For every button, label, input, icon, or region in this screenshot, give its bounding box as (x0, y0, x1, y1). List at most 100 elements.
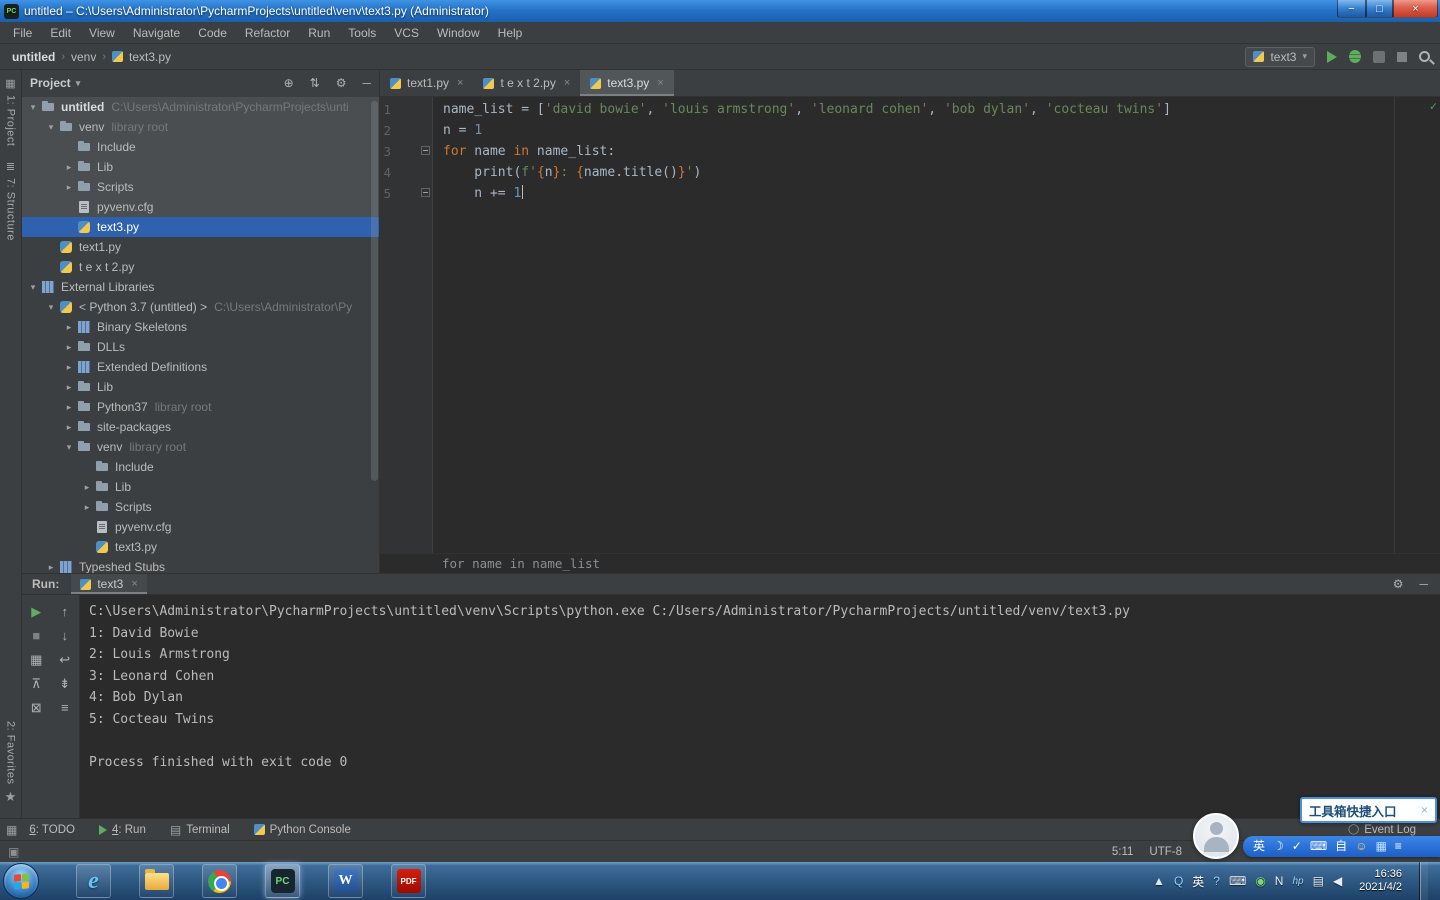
taskbar-app-pycharm[interactable]: PC (265, 864, 300, 898)
clear-all-button[interactable]: ⊠ (31, 701, 42, 715)
tray-keyboard-tray[interactable]: ⌨ (1229, 874, 1246, 888)
restore-layout-button[interactable]: ▦ (30, 653, 42, 667)
tree-item-dlls[interactable]: ▸ DLLs (22, 337, 379, 357)
tray-volume-tray[interactable]: ◀ (1333, 874, 1342, 888)
tool-window-switcher-icon[interactable]: ▦ (6, 823, 17, 837)
breadcrumb-text3-py[interactable]: text3.py (129, 50, 171, 64)
tree-item-site-packages[interactable]: ▸ site-packages (22, 417, 379, 437)
stop-button[interactable]: ■ (32, 629, 40, 643)
tray-hp-tray[interactable]: hp (1292, 876, 1303, 887)
collapse-all-icon[interactable]: ⇅ (310, 76, 320, 90)
project-panel-title[interactable]: Project ▾ (30, 76, 80, 90)
run-config-selector[interactable]: text3 ▾ (1245, 46, 1315, 67)
taskbar-clock[interactable]: 16:36 2021/4/2 (1359, 868, 1402, 894)
menu-item-navigate[interactable]: Navigate (124, 22, 189, 44)
close-icon[interactable]: × (657, 77, 663, 89)
tray-hidden-icons[interactable]: ▲ (1153, 874, 1165, 888)
tree-item-python37[interactable]: ▸ Python37 library root (22, 397, 379, 417)
toolwindow-toggle-icon[interactable]: ▣ (8, 845, 19, 859)
menu-item-tools[interactable]: Tools (339, 22, 385, 44)
tree-item-include[interactable]: Include (22, 457, 379, 477)
taskbar-app-pdf[interactable]: PDF (391, 864, 426, 898)
tree-item-lib[interactable]: ▸ Lib (22, 157, 379, 177)
tree-item-python-3-7-untitled[interactable]: ▾ < Python 3.7 (untitled) > C:\Users\Admin… (22, 297, 379, 317)
taskbar-app-explorer[interactable] (139, 864, 174, 898)
fold-icon[interactable] (421, 188, 430, 197)
tree-item-scripts[interactable]: ▸ Scripts (22, 497, 379, 517)
toolwindow-button-python-console[interactable]: Python Console (253, 823, 351, 837)
tree-item-venv[interactable]: ▾ venv library root (22, 117, 379, 137)
settings-icon[interactable]: ⚙ (336, 76, 347, 90)
tray-search-tray[interactable]: Q (1174, 874, 1183, 888)
close-icon[interactable]: × (564, 77, 570, 89)
menu-item-window[interactable]: Window (428, 22, 489, 44)
fold-icon[interactable] (421, 146, 430, 155)
ime-icon-5[interactable]: 自 (1335, 836, 1347, 857)
toolwindow-button-4-run[interactable]: 4: Run (98, 823, 146, 837)
maximize-button[interactable]: □ (1366, 0, 1393, 18)
floating-avatar[interactable] (1193, 813, 1239, 859)
down-stack-trace-button[interactable]: ↓ (62, 629, 69, 643)
taskbar-app-ie[interactable]: e (76, 864, 111, 898)
pin-tab-button[interactable]: ⊼ (31, 677, 41, 691)
taskbar-app-chrome[interactable] (202, 864, 237, 898)
tray-safety-tray[interactable]: ◉ (1255, 874, 1265, 888)
toolwindow-button-terminal[interactable]: ▤ Terminal (170, 823, 230, 837)
hide-panel-icon[interactable]: ─ (362, 76, 371, 90)
scroll-to-end-button[interactable]: ⇟ (59, 677, 70, 691)
tab-text1-py[interactable]: text1.py × (380, 70, 473, 96)
ime-icon-4[interactable]: ⌨ (1310, 836, 1327, 857)
ime-icon-2[interactable]: ☽ (1273, 836, 1284, 857)
minimize-icon[interactable]: ─ (1419, 577, 1428, 591)
debug-button[interactable] (1349, 50, 1361, 63)
tray-ime-lang[interactable]: 英 (1192, 873, 1204, 890)
search-everywhere-icon[interactable] (1419, 51, 1430, 62)
tray-help-tray[interactable]: ? (1213, 874, 1220, 888)
inspections-ok-icon[interactable]: ✓ (1430, 99, 1437, 113)
menu-item-code[interactable]: Code (189, 22, 236, 44)
tool-button-1-project[interactable]: ▦ 1: Project (5, 70, 17, 153)
tree-item-lib[interactable]: ▸ Lib (22, 377, 379, 397)
ime-icon-8[interactable]: ≡ (1395, 836, 1402, 857)
tool-button-7-structure[interactable]: ≣ 7: Structure (5, 153, 17, 248)
menu-item-vcs[interactable]: VCS (385, 22, 428, 44)
tree-item-binary-skeletons[interactable]: ▸ Binary Skeletons (22, 317, 379, 337)
ime-icon-3[interactable]: ✓ (1292, 836, 1302, 857)
tree-item-pyvenv-cfg[interactable]: pyvenv.cfg (22, 197, 379, 217)
breadcrumb-venv[interactable]: venv (71, 50, 96, 64)
tab-t-e-x-t-2-py[interactable]: t e x t 2.py × (473, 70, 580, 96)
locate-icon[interactable]: ⊕ (284, 76, 294, 90)
menu-item-help[interactable]: Help (489, 22, 532, 44)
tray-display-tray[interactable]: ▤ (1313, 874, 1324, 888)
close-icon[interactable]: × (131, 578, 137, 590)
menu-item-file[interactable]: File (4, 22, 41, 44)
menu-item-run[interactable]: Run (299, 22, 339, 44)
tree-item-lib[interactable]: ▸ Lib (22, 477, 379, 497)
soft-wrap-button[interactable]: ↩ (59, 653, 70, 667)
close-icon[interactable]: × (457, 77, 463, 89)
rerun-button[interactable]: ▶ (31, 605, 41, 619)
tree-item-typeshed-stubs[interactable]: ▸ Typeshed Stubs (22, 557, 379, 573)
run-tab-text3[interactable]: text3 × (71, 574, 147, 594)
tree-item-scripts[interactable]: ▸ Scripts (22, 177, 379, 197)
close-icon[interactable]: × (1421, 803, 1428, 817)
tree-item-untitled[interactable]: ▾ untitled C:\Users\Administrator\PycharmP… (22, 97, 379, 117)
tree-item-include[interactable]: Include (22, 137, 379, 157)
menu-item-edit[interactable]: Edit (41, 22, 80, 44)
stop-button-toolbar[interactable] (1397, 51, 1407, 62)
ime-icon-6[interactable]: ☺ (1355, 836, 1367, 857)
coverage-button[interactable] (1373, 50, 1385, 63)
tree-scrollbar[interactable] (371, 101, 378, 481)
start-button[interactable] (3, 863, 39, 899)
show-desktop-button[interactable] (1419, 862, 1428, 900)
tree-item-text3-py[interactable]: text3.py (22, 537, 379, 557)
settings-icon[interactable]: ⚙ (1393, 577, 1404, 591)
ime-icon-1[interactable]: 英 (1253, 836, 1265, 857)
taskbar-app-word[interactable]: W (328, 864, 363, 898)
tree-item-text1-py[interactable]: text1.py (22, 237, 379, 257)
menu-item-view[interactable]: View (80, 22, 124, 44)
ime-icon-7[interactable]: ▦ (1375, 836, 1386, 857)
caret-position[interactable]: 5:11 (1112, 846, 1134, 858)
menu-item-refactor[interactable]: Refactor (236, 22, 299, 44)
tray-note-tray[interactable]: N (1275, 874, 1284, 888)
